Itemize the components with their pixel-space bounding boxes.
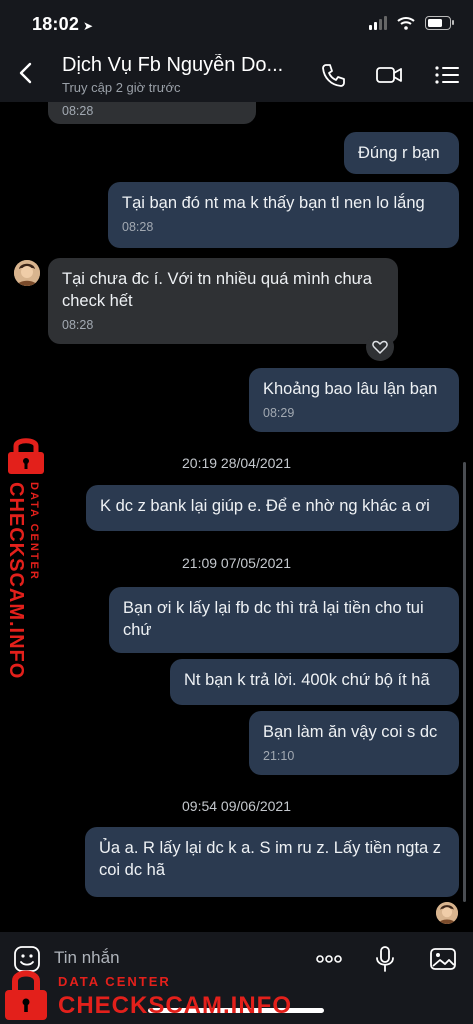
microphone-icon[interactable] [370,944,400,974]
menu-icon[interactable] [432,60,462,90]
scrollbar[interactable] [463,462,466,902]
message-text: Bạn làm ăn vậy coi s dc [263,723,438,741]
message-bubble-sent[interactable]: Đúng r bạn [344,132,459,174]
watermark-line1: DATA CENTER [58,974,171,989]
message-text: Tại bạn đó nt ma k thấy bạn tl nen lo lắ… [122,194,425,212]
status-bar: 18:02 ➤ [0,0,473,46]
location-arrow-icon: ➤ [83,19,94,33]
message-bubble-sent[interactable]: Bạn ơi k lấy lại fb dc thì trả lại tiền … [109,587,459,653]
message-list[interactable]: 08:28 Đúng r bạn Tại bạn đó nt ma k thấy… [0,102,473,932]
message-bubble-sent[interactable]: Tại bạn đó nt ma k thấy bạn tl nen lo lắ… [108,182,459,248]
message-text: K dc z bank lại giúp e. Để e nhờ ng khác… [100,497,430,515]
message-bubble-sent[interactable]: K dc z bank lại giúp e. Để e nhờ ng khác… [86,485,459,531]
padlock-icon [8,438,44,474]
avatar[interactable] [14,260,40,286]
seen-avatar [436,902,458,924]
more-icon[interactable] [314,944,344,974]
message-bubble-sent[interactable]: Bạn làm ăn vậy coi s dc 21:10 [249,711,459,775]
back-icon[interactable] [14,58,38,88]
padlock-icon [5,970,47,1020]
message-time: 08:28 [62,318,94,332]
signal-icon [369,16,387,30]
heart-reaction-icon[interactable] [366,333,394,361]
watermark-bottom: DATA CENTER CHECKSCAM.INFO [0,960,300,1024]
watermark-side: DATA CENTER CHECKSCAM.INFO [0,436,56,679]
chat-title[interactable]: Dịch Vụ Fb Nguyễn Do... [62,54,297,77]
wifi-icon [397,17,415,30]
message-text: Tại chưa đc í. Với tn nhiều quá mình chư… [62,270,372,310]
message-time: 08:28 [62,104,94,118]
message-text: Bạn ơi k lấy lại fb dc thì trả lại tiền … [123,599,424,639]
status-icons [369,16,454,30]
image-icon[interactable] [428,944,458,974]
message-bubble-sent[interactable]: Nt bạn k trả lời. 400k chứ bộ ít hã [170,659,459,705]
watermark-line2: CHECKSCAM.INFO [5,482,27,680]
battery-icon [425,16,454,30]
date-separator: 09:54 09/06/2021 [182,798,291,814]
video-call-icon[interactable] [374,60,404,90]
date-separator: 20:19 28/04/2021 [182,455,291,471]
message-bubble-sent[interactable]: Ủa a. R lấy lại dc k a. S im ru z. Lấy t… [85,827,459,897]
watermark-line2: CHECKSCAM.INFO [58,992,292,1019]
status-time-text: 18:02 [32,14,80,34]
message-text: Khoảng bao lâu lận bạn [263,380,438,398]
message-text: Ủa a. R lấy lại dc k a. S im ru z. Lấy t… [99,839,442,879]
message-text: Đúng r bạn [358,144,440,162]
watermark-line1: DATA CENTER [28,482,40,581]
date-separator: 21:09 07/05/2021 [182,555,291,571]
chat-header: Dịch Vụ Fb Nguyễn Do... Truy cập 2 giờ t… [0,46,473,102]
message-time: 08:28 [122,220,154,234]
status-time: 18:02 ➤ [32,14,93,35]
message-time: 21:10 [263,749,295,763]
message-bubble-sent[interactable]: Khoảng bao lâu lận bạn 08:29 [249,368,459,432]
last-seen-status: Truy cập 2 giờ trước [62,80,181,95]
message-time: 08:29 [263,406,295,420]
message-text: Nt bạn k trả lời. 400k chứ bộ ít hã [184,671,430,689]
message-bubble-received[interactable]: Tại chưa đc í. Với tn nhiều quá mình chư… [48,258,398,344]
phone-icon[interactable] [318,60,348,90]
message-bubble-received[interactable]: 08:28 [48,102,256,124]
